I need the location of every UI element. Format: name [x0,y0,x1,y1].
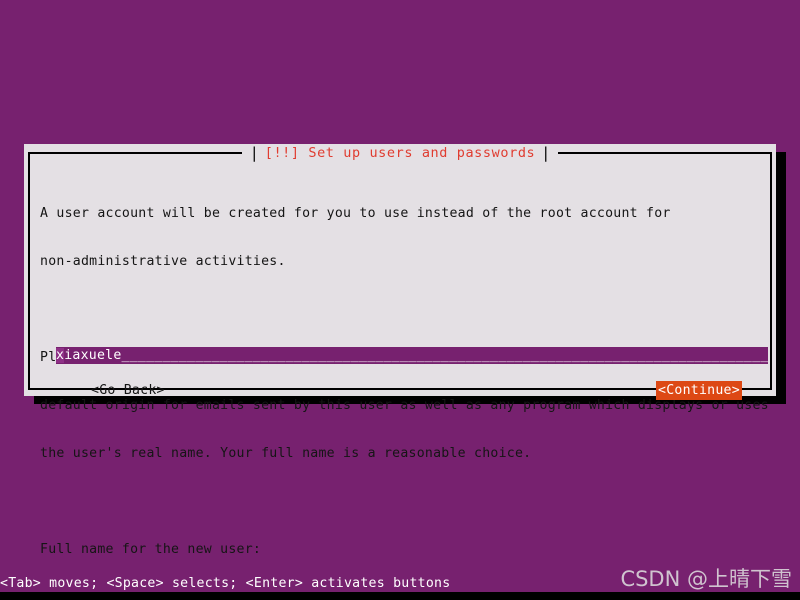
paragraph-spacer-1 [40,302,762,318]
dialog-button-row: <Go Back> <Continue> [40,381,762,401]
csdn-watermark: CSDN @上晴下雪 [620,567,792,591]
instruction-paragraph: Please enter the real name of this user.… [40,318,769,494]
paragraph-spacer-2 [40,494,762,510]
text-cursor: x [56,348,65,363]
setup-users-dialog: | [!!] Set up users and passwords | A us… [24,144,776,557]
bottom-black-bar [0,592,800,600]
go-back-button[interactable]: <Go Back> [90,381,166,400]
intro-paragraph: A user account will be created for you t… [40,174,762,302]
instruction-line-3: the user's real name. Your full name is … [40,446,532,461]
intro-line-2: non-administrative activities. [40,254,286,269]
fullname-label-text: Full name for the new user: [40,542,262,557]
fullname-input[interactable]: xiaxuele________________________________… [56,347,768,364]
keyboard-hint-bar: <Tab> moves; <Space> selects; <Enter> ac… [0,576,451,591]
fullname-input-value: iaxuele [64,348,122,363]
installer-screen: | [!!] Set up users and passwords | A us… [0,0,800,600]
fullname-input-fill: ________________________________________… [121,348,768,363]
intro-line-1: A user account will be created for you t… [40,206,671,221]
dialog-body: A user account will be created for you t… [40,174,769,557]
continue-button[interactable]: <Continue> [656,381,742,400]
